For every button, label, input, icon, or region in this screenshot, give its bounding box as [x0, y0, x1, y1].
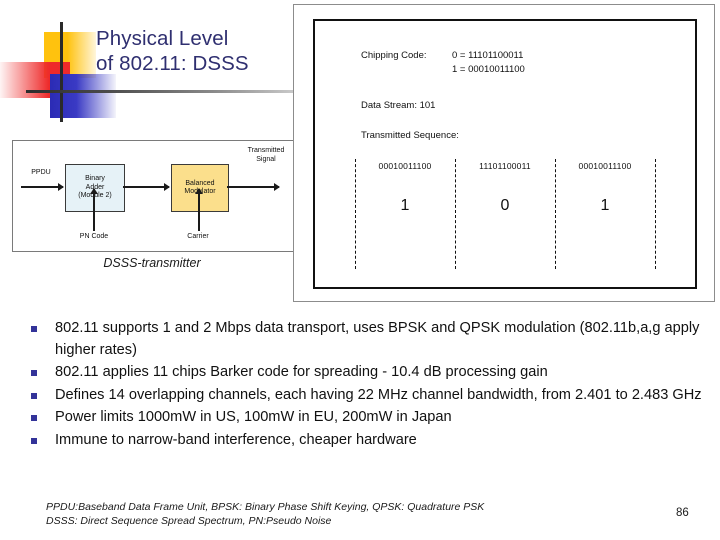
bullet-text: Immune to narrow-band interference, chea…	[55, 431, 417, 448]
figure-caption: DSSS-transmitter	[103, 256, 201, 270]
bullet-text: 802.11 applies 11 chips Barker code for …	[55, 364, 548, 380]
bullet-item: 802.11 supports 1 and 2 Mbps data transp…	[22, 318, 710, 361]
ppdu-input-arrow	[21, 183, 64, 190]
chipping-code-panel: Chipping Code: 0 = 11101100011 1 = 00010…	[293, 4, 715, 302]
sequence-divider	[655, 159, 656, 269]
chipping-code-values: 0 = 11101100011 1 = 00010011100	[452, 50, 525, 75]
page-title: Physical Level of 802.11: DSSS	[96, 27, 249, 75]
title-block: Physical Level of 802.11: DSSS	[0, 0, 300, 122]
pn-code-arrow	[90, 188, 97, 231]
bullet-item: Defines 14 overlapping channels, each ha…	[22, 385, 710, 407]
decorative-logo-mark	[0, 22, 116, 122]
bullet-text: Defines 14 overlapping channels, each ha…	[55, 386, 702, 403]
transmitted-sequence-label: Transmitted Sequence:	[361, 130, 459, 141]
carrier-label: Carrier	[187, 233, 209, 240]
sequence-cell: 00010011100 1	[355, 159, 455, 269]
square-bullet-icon	[31, 326, 37, 332]
data-stream-label: Data Stream: 101	[361, 100, 436, 111]
sequence-data-bit: 1	[400, 197, 410, 214]
bullet-item: 802.11 applies 11 chips Barker code for …	[22, 362, 710, 384]
square-bullet-icon	[31, 370, 37, 376]
bullet-text: Power limits 1000mW in US, 100mW in EU, …	[55, 409, 452, 425]
transmitted-sequence-area: 00010011100 1 11101100011 0 00010011100 …	[355, 159, 656, 269]
bullet-list: 802.11 supports 1 and 2 Mbps data transp…	[22, 318, 710, 452]
pn-code-label: PN Code	[79, 233, 109, 240]
sequence-cell: 11101100011 0	[455, 159, 555, 269]
transmitted-signal-label: Transmitted Signal	[247, 147, 285, 163]
ppdu-input-label: PPDU	[31, 169, 51, 176]
square-bullet-icon	[31, 392, 37, 399]
chipping-code-label: Chipping Code:	[361, 50, 427, 61]
square-bullet-icon	[31, 437, 37, 444]
square-bullet-icon	[31, 415, 37, 421]
sequence-data-bit: 0	[500, 197, 510, 214]
transmitted-signal-arrow	[227, 183, 280, 190]
title-underline-rule	[26, 90, 294, 93]
adder-to-modulator-arrow	[123, 183, 170, 190]
page-number: 86	[676, 507, 689, 519]
logo-vertical-line	[60, 22, 63, 122]
footer-abbreviation-note: PPDU:Baseband Data Frame Unit, BPSK: Bin…	[46, 501, 485, 527]
sequence-chips: 11101100011	[479, 161, 531, 171]
sequence-data-bit: 1	[600, 197, 610, 214]
sequence-chips: 00010011100	[578, 161, 632, 171]
dsss-transmitter-diagram: PPDU Binary Adder (Module 2) Balanced Mo…	[12, 140, 294, 252]
sequence-cell: 00010011100 1	[555, 159, 655, 269]
sequence-chips: 00010011100	[378, 161, 432, 171]
bullet-text: 802.11 supports 1 and 2 Mbps data transp…	[55, 320, 700, 358]
bullet-item: Power limits 1000mW in US, 100mW in EU, …	[22, 407, 710, 429]
carrier-arrow	[195, 188, 202, 231]
chipping-code-inner-frame: Chipping Code: 0 = 11101100011 1 = 00010…	[313, 19, 697, 289]
bullet-item: Immune to narrow-band interference, chea…	[22, 430, 710, 452]
